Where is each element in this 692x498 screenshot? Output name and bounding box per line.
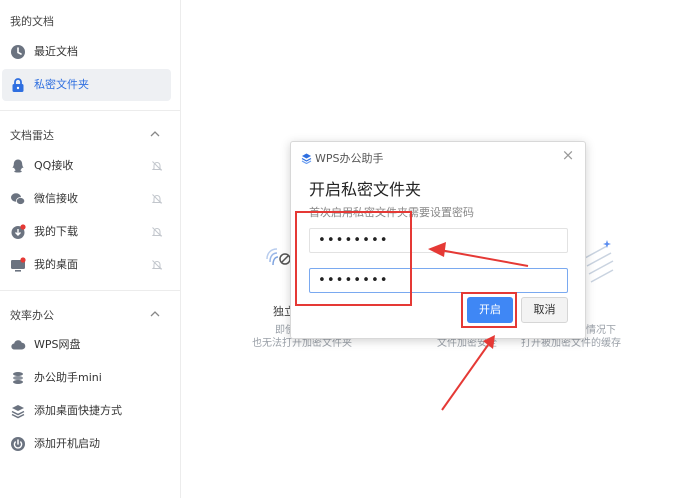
section-title-my-docs: 我的文档 [10, 15, 54, 28]
sidebar-item-add-startup[interactable]: 添加开机启动 [2, 428, 171, 460]
section-title-efficiency: 效率办公 [10, 309, 54, 322]
sidebar-item-recent[interactable]: 最近文档 [2, 36, 171, 68]
desktop-icon [11, 257, 26, 272]
sidebar-item-label: 添加开机启动 [34, 437, 100, 450]
sidebar-item-label: 最近文档 [34, 45, 78, 58]
cloud-icon [11, 340, 26, 350]
sidebar-item-label: 私密文件夹 [34, 78, 89, 91]
chevron-up-icon[interactable] [150, 129, 160, 139]
bell-off-icon[interactable] [151, 160, 163, 172]
wps-assistant-icon [301, 153, 312, 164]
cancel-button[interactable]: 取消 [521, 297, 568, 323]
sidebar-item-label: 微信接收 [34, 192, 78, 205]
bell-off-icon[interactable] [151, 193, 163, 205]
bell-off-icon[interactable] [151, 259, 163, 271]
sidebar-item-wechat[interactable]: 微信接收 [2, 183, 171, 215]
sidebar-item-label: WPS网盘 [34, 338, 81, 351]
sparkle-lines-illustration-icon [584, 240, 614, 283]
sidebar-item-assistant-mini[interactable]: 办公助手mini [2, 362, 171, 394]
section-title-radar: 文档雷达 [10, 129, 54, 142]
bell-off-icon[interactable] [151, 226, 163, 238]
sidebar-item-label: 办公助手mini [34, 371, 102, 384]
sidebar-item-wps-disk[interactable]: WPS网盘 [2, 329, 171, 361]
sidebar-item-private-folder[interactable]: 私密文件夹 [2, 69, 171, 101]
divider [0, 110, 180, 111]
wechat-icon [11, 193, 26, 205]
annotation-box-passwords [295, 211, 412, 306]
layers-icon [11, 405, 25, 419]
power-icon [11, 437, 25, 451]
divider [0, 290, 180, 291]
dialog-app-name: WPS办公助手 [315, 152, 384, 165]
fingerprint-illustration-icon [266, 248, 291, 266]
assistant-icon [13, 372, 23, 384]
sidebar-item-label: 我的桌面 [34, 258, 78, 271]
sidebar-item-desktop[interactable]: 我的桌面 [2, 249, 171, 281]
sidebar-item-downloads[interactable]: 我的下载 [2, 216, 171, 248]
lock-icon [12, 78, 24, 92]
clock-icon [11, 45, 25, 59]
sidebar-item-qq[interactable]: QQ接收 [2, 150, 171, 182]
close-icon[interactable]: × [561, 148, 575, 163]
chevron-up-icon[interactable] [150, 309, 160, 319]
qq-icon [12, 159, 24, 173]
annotation-box-enable [461, 292, 517, 328]
sidebar-item-add-shortcut[interactable]: 添加桌面快捷方式 [2, 395, 171, 427]
dialog-title: 开启私密文件夹 [309, 180, 422, 199]
sidebar: 我的文档 最近文档 私密文件夹 文档雷达 QQ接收 微信接收 我的下载 我的桌面… [0, 0, 181, 498]
sidebar-item-label: QQ接收 [34, 159, 74, 172]
download-icon [11, 224, 26, 239]
sidebar-item-label: 添加桌面快捷方式 [34, 404, 122, 417]
sidebar-item-label: 我的下载 [34, 225, 78, 238]
